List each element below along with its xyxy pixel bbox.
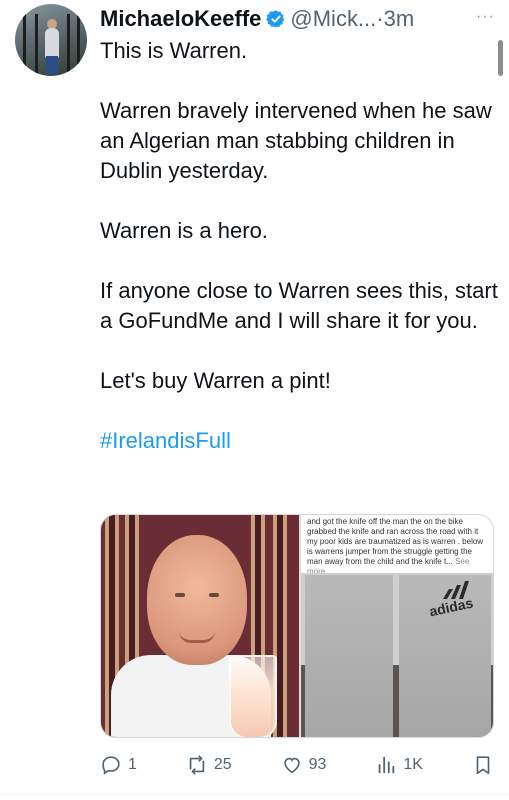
- man-face: [147, 535, 247, 665]
- author-handle[interactable]: @Mick...: [290, 6, 376, 32]
- bookmark-button[interactable]: [472, 754, 494, 776]
- reply-icon: [102, 756, 120, 775]
- wine-glass: [229, 655, 277, 737]
- eye: [209, 593, 219, 597]
- author-name[interactable]: MichaeloKeeffe: [100, 6, 261, 32]
- tweet-paragraph: If anyone close to Warren sees this, sta…: [100, 278, 498, 333]
- reply-button[interactable]: 1: [100, 754, 137, 776]
- avatar-gate-bar: [77, 14, 80, 76]
- bookmark-icon: [476, 756, 490, 775]
- author-avatar[interactable]: [15, 4, 87, 76]
- tweet-actions: 1 25 93 1K: [100, 748, 494, 782]
- tweet-body: This is Warren. Warren bravely intervene…: [100, 36, 500, 486]
- media-photo-jumper[interactable]: adidas and got the knife off the man the…: [301, 515, 493, 737]
- tweet-paragraph: Warren is a hero.: [100, 218, 268, 243]
- smile: [179, 631, 215, 643]
- hashtag-link[interactable]: #IrelandisFull: [100, 428, 231, 453]
- divider: [0, 794, 509, 795]
- repost-icon: [189, 755, 205, 775]
- time-separator: ·: [376, 6, 384, 31]
- avatar-person-body: [45, 28, 59, 58]
- jumper-left: [305, 575, 393, 737]
- verified-badge-icon: [266, 10, 285, 28]
- avatar-gate-bar: [67, 14, 70, 76]
- like-count: 93: [308, 756, 327, 773]
- views-icon: [379, 756, 395, 774]
- tweet-paragraph: Warren bravely intervened when he saw an…: [100, 98, 492, 183]
- avatar-gate-bar: [35, 14, 38, 76]
- repost-button[interactable]: 25: [186, 754, 232, 776]
- comment-overlay: and got the knife off the man the on the…: [301, 515, 493, 573]
- tweet-media[interactable]: adidas and got the knife off the man the…: [100, 514, 494, 738]
- eye: [175, 593, 185, 597]
- views-button[interactable]: 1K: [375, 754, 423, 776]
- tweet-paragraph: Let's buy Warren a pint!: [100, 368, 331, 393]
- avatar-person-legs: [46, 56, 58, 74]
- avatar-gate-bar: [23, 14, 26, 76]
- repost-count: 25: [213, 756, 232, 773]
- reply-count: 1: [128, 756, 137, 773]
- views-count: 1K: [403, 756, 423, 773]
- more-menu-icon[interactable]: ···: [476, 8, 495, 26]
- media-photo-man[interactable]: [101, 515, 299, 737]
- tweet-paragraph: This is Warren.: [100, 38, 248, 63]
- tweet-header: MichaeloKeeffe @Mick... · 3m ···: [100, 4, 499, 34]
- like-button[interactable]: 93: [281, 754, 327, 776]
- heart-icon: [283, 757, 300, 774]
- tweet-time[interactable]: 3m: [384, 6, 415, 32]
